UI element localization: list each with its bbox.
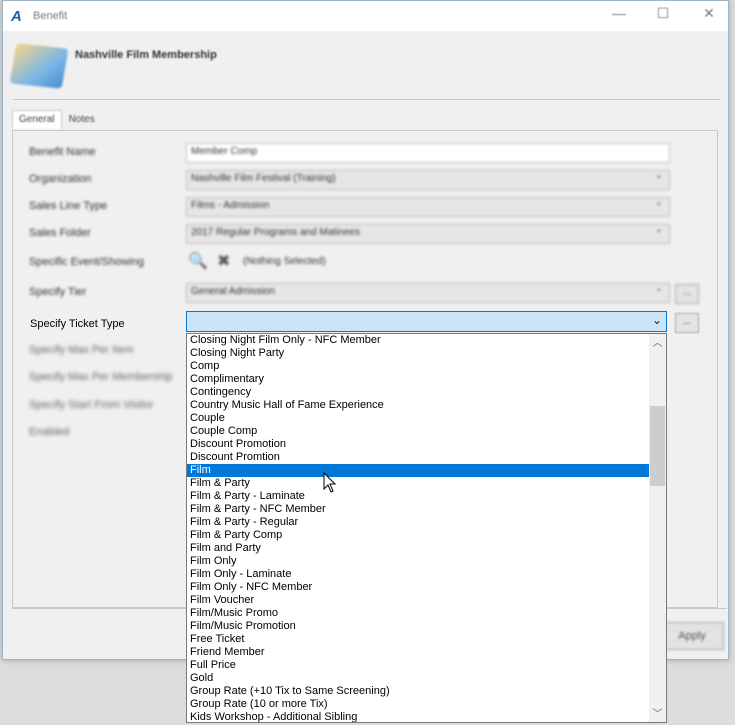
dropdown-option[interactable]: Film/Music Promotion	[187, 620, 666, 633]
minimize-button[interactable]: —	[599, 5, 639, 27]
dropdown-option[interactable]: Film & Party - Regular	[187, 516, 666, 529]
specify-tier-browse-button[interactable]: ...	[675, 284, 699, 304]
dropdown-option[interactable]: Country Music Hall of Fame Experience	[187, 399, 666, 412]
sales-folder-select[interactable]: 2017 Regular Programs and Matinees	[186, 224, 670, 244]
max-per-membership-label: Specify Max Per Membership	[29, 371, 173, 383]
dropdown-option[interactable]: Film & Party Comp	[187, 529, 666, 542]
dropdown-option[interactable]: Friend Member	[187, 646, 666, 659]
dropdown-option[interactable]: Kids Workshop - Additional Sibling	[187, 711, 666, 722]
start-from-visitor-label: Specify Start From Visitor	[29, 399, 154, 411]
dropdown-option[interactable]: Film Only	[187, 555, 666, 568]
tab-general[interactable]: General	[12, 110, 62, 129]
benefit-name-input[interactable]: Member Comp	[186, 143, 670, 163]
dropdown-option[interactable]: Film & Party - NFC Member	[187, 503, 666, 516]
membership-card-icon	[9, 43, 69, 89]
specify-tier-select[interactable]: General Admission	[186, 283, 670, 303]
close-button[interactable]: ✕	[689, 5, 729, 27]
benefit-name-row: Benefit Name Member Comp	[13, 143, 717, 165]
dropdown-option[interactable]: Film Voucher	[187, 594, 666, 607]
apply-button[interactable]: Apply	[660, 622, 724, 650]
dropdown-option[interactable]: Film Only - Laminate	[187, 568, 666, 581]
sales-folder-row: Sales Folder 2017 Regular Programs and M…	[13, 224, 717, 246]
clear-icon[interactable]: ✖	[217, 251, 230, 271]
ticket-type-label: Specify Ticket Type	[30, 318, 125, 330]
specific-event-label: Specific Event/Showing	[29, 256, 144, 268]
specify-tier-row: Specify Tier General Admission ...	[13, 283, 717, 305]
ticket-type-browse-button[interactable]: ...	[675, 313, 699, 333]
maximize-button[interactable]: ☐	[643, 5, 683, 27]
header-title: Nashville Film Membership	[75, 49, 217, 61]
dropdown-option[interactable]: Film & Party	[187, 477, 666, 490]
scroll-thumb[interactable]	[650, 406, 665, 486]
specific-event-row: Specific Event/Showing 🔍 ✖ (Nothing Sele…	[13, 253, 717, 275]
dropdown-option[interactable]: Film & Party - Laminate	[187, 490, 666, 503]
specify-tier-label: Specify Tier	[29, 286, 87, 298]
dropdown-option[interactable]: Closing Night Film Only - NFC Member	[187, 334, 666, 347]
specific-event-value: (Nothing Selected)	[243, 256, 326, 267]
dropdown-option[interactable]: Film/Music Promo	[187, 607, 666, 620]
dropdown-option[interactable]: Closing Night Party	[187, 347, 666, 360]
dropdown-option[interactable]: Couple	[187, 412, 666, 425]
tab-notes[interactable]: Notes	[62, 110, 102, 129]
dropdown-option[interactable]: Free Ticket	[187, 633, 666, 646]
dropdown-option[interactable]: Contingency	[187, 386, 666, 399]
dropdown-option[interactable]: Gold	[187, 672, 666, 685]
sales-line-type-select[interactable]: Films - Admission	[186, 197, 670, 217]
dropdown-option[interactable]: Film	[187, 464, 666, 477]
window-title: Benefit	[33, 10, 68, 22]
mouse-pointer-icon	[323, 472, 337, 493]
scroll-up-arrow-icon[interactable]: ︿	[649, 334, 666, 351]
organization-label: Organization	[29, 173, 92, 185]
dropdown-option[interactable]: Film Only - NFC Member	[187, 581, 666, 594]
ticket-type-select[interactable]: ⌄	[186, 311, 667, 332]
dropdown-options: Closing Night Film Only - NFC Member Clos…	[187, 334, 666, 722]
dropdown-option[interactable]: Couple Comp	[187, 425, 666, 438]
dropdown-option[interactable]: Group Rate (10 or more Tix)	[187, 698, 666, 711]
tab-strip: General Notes	[12, 110, 102, 129]
enabled-label: Enabled	[29, 426, 70, 438]
dropdown-option[interactable]: Film and Party	[187, 542, 666, 555]
scroll-down-arrow-icon[interactable]: ﹀	[649, 705, 666, 722]
sales-line-type-label: Sales Line Type	[29, 200, 108, 212]
dropdown-scrollbar[interactable]: ︿ ﹀	[649, 334, 666, 722]
sales-line-type-row: Sales Line Type Films - Admission	[13, 197, 717, 219]
max-per-item-label: Specify Max Per Item	[29, 344, 134, 356]
dropdown-option[interactable]: Discount Promotion	[187, 438, 666, 451]
dropdown-option[interactable]: Complimentary	[187, 373, 666, 386]
dropdown-option[interactable]: Comp	[187, 360, 666, 373]
dropdown-option[interactable]: Discount Promtion	[187, 451, 666, 464]
benefit-name-label: Benefit Name	[29, 146, 96, 158]
chevron-down-icon[interactable]: ⌄	[652, 313, 662, 327]
sales-folder-label: Sales Folder	[29, 227, 91, 239]
organization-select[interactable]: Nashville Film Festival (Training)	[186, 170, 670, 190]
ticket-type-dropdown-list[interactable]: Closing Night Film Only - NFC Member Clos…	[186, 333, 667, 723]
organization-row: Organization Nashville Film Festival (Tr…	[13, 170, 717, 192]
header-area: Nashville Film Membership	[3, 31, 728, 101]
title-bar[interactable]: A Benefit — ☐ ✕	[3, 1, 728, 31]
app-logo-icon: A	[11, 7, 22, 25]
dropdown-option[interactable]: Group Rate (+10 Tix to Same Screening)	[187, 685, 666, 698]
header-divider	[13, 99, 720, 100]
search-icon[interactable]: 🔍	[188, 251, 208, 271]
dropdown-option[interactable]: Full Price	[187, 659, 666, 672]
